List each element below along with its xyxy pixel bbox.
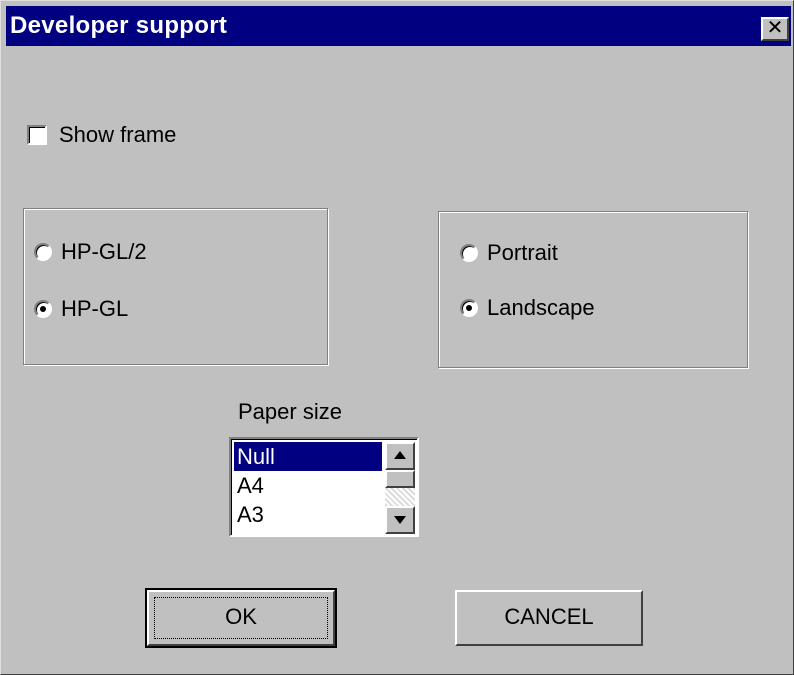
radio-hpgl-circle	[34, 300, 52, 318]
show-frame-checkbox[interactable]	[27, 125, 47, 145]
close-icon: ✕	[766, 17, 784, 39]
title-bar: Developer support ✕	[6, 6, 791, 46]
radio-hpgl2[interactable]: HP-GL/2	[34, 239, 234, 267]
radio-portrait[interactable]: Portrait	[460, 240, 660, 268]
radio-landscape-label: Landscape	[487, 295, 595, 320]
radio-hpgl[interactable]: HP-GL	[34, 296, 234, 324]
plot-format-group: HP-GL/2 HP-GL	[23, 208, 328, 365]
radio-landscape-circle	[460, 299, 478, 317]
radio-landscape[interactable]: Landscape	[460, 295, 680, 323]
scroll-up-arrow-icon	[394, 451, 406, 459]
scroll-up-button[interactable]	[385, 442, 415, 470]
scroll-down-arrow-icon	[394, 516, 406, 524]
window-title: Developer support	[10, 12, 228, 39]
ok-button-label: OK	[225, 604, 257, 629]
radio-hpgl2-label: HP-GL/2	[61, 239, 147, 264]
close-button[interactable]: ✕	[761, 17, 789, 41]
radio-hpgl2-circle	[34, 243, 52, 261]
cancel-button-label: CANCEL	[504, 604, 594, 629]
cancel-button[interactable]: CANCEL	[455, 590, 643, 646]
show-frame-label[interactable]: Show frame	[59, 122, 176, 148]
paper-size-label: Paper size	[238, 399, 342, 424]
paper-size-option-a4[interactable]: A4	[234, 471, 382, 500]
paper-size-option-a3[interactable]: A3	[234, 500, 382, 529]
paper-size-option-null[interactable]: Null	[234, 442, 382, 471]
paper-size-listbox[interactable]: Null A4 A3	[229, 437, 419, 537]
radio-selected-dot	[466, 305, 472, 311]
scroll-down-button[interactable]	[385, 506, 415, 534]
orientation-group: Portrait Landscape	[438, 211, 748, 368]
radio-portrait-circle	[460, 244, 478, 262]
radio-hpgl-label: HP-GL	[61, 296, 129, 321]
radio-selected-dot	[40, 306, 46, 312]
ok-button[interactable]: OK	[145, 588, 337, 648]
developer-support-dialog: Developer support ✕ Show frame HP-GL/2 H…	[0, 0, 794, 675]
listbox-scrollbar[interactable]	[385, 442, 415, 534]
scroll-thumb[interactable]	[385, 470, 415, 488]
radio-portrait-label: Portrait	[487, 240, 558, 265]
